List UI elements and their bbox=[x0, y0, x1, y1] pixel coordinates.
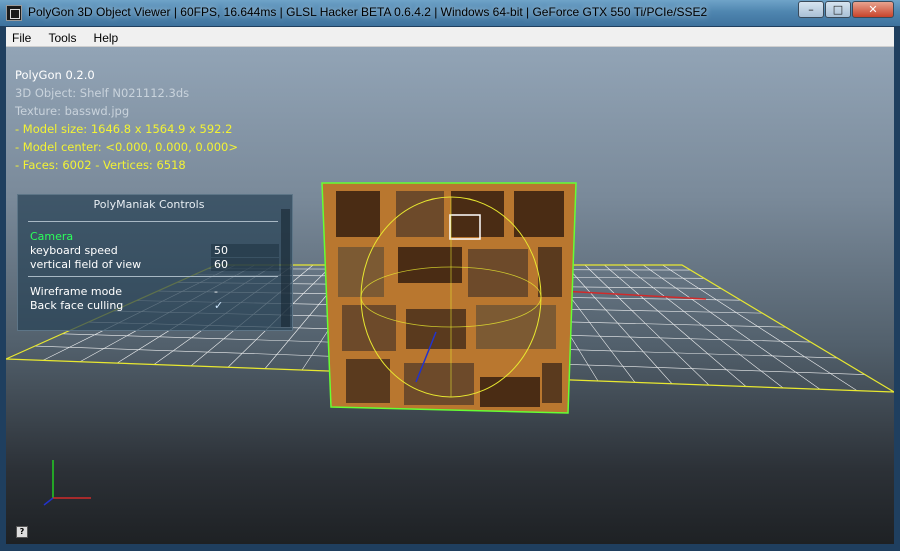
3d-viewport[interactable]: PolyGon 0.2.0 3D Object: Shelf N021112.3… bbox=[6, 47, 894, 544]
controls-divider-2 bbox=[28, 276, 278, 277]
keyboard-speed-label: keyboard speed bbox=[30, 244, 118, 257]
help-button[interactable]: ? bbox=[16, 526, 28, 538]
close-button[interactable]: ✕ bbox=[852, 1, 894, 18]
window-controls: – □ ✕ bbox=[797, 1, 894, 19]
app-name-label: PolyGon 0.2.0 bbox=[15, 68, 95, 82]
axis-gizmo bbox=[43, 460, 91, 506]
backface-label: Back face culling bbox=[30, 299, 124, 312]
model-size-label: - Model size: 1646.8 x 1564.9 x 592.2 bbox=[15, 122, 233, 136]
app-window: PolyGon 3D Object Viewer | 60FPS, 16.644… bbox=[0, 0, 900, 551]
object-label: 3D Object: Shelf N021112.3ds bbox=[15, 86, 190, 100]
wireframe-label: Wireframe mode bbox=[30, 285, 123, 298]
menu-help[interactable]: Help bbox=[88, 29, 125, 45]
controls-title: PolyManiak Controls bbox=[93, 198, 205, 211]
shelf-model bbox=[321, 182, 577, 414]
model-center-label: - Model center: <0.000, 0.000, 0.000> bbox=[15, 140, 238, 154]
texture-label: Texture: basswd.jpg bbox=[15, 104, 130, 118]
controls-divider bbox=[28, 221, 278, 222]
polymaniak-controls-panel: PolyManiak Controls Camera keyboard spee… bbox=[17, 194, 293, 331]
wireframe-toggle[interactable]: - bbox=[211, 285, 279, 298]
fov-label: vertical field of view bbox=[30, 258, 142, 271]
camera-section-label: Camera bbox=[30, 230, 74, 243]
faces-vertices-label: - Faces: 6002 - Vertices: 6518 bbox=[15, 158, 186, 172]
keyboard-speed-field[interactable]: 50 bbox=[211, 244, 279, 257]
title-bar[interactable]: PolyGon 3D Object Viewer | 60FPS, 16.644… bbox=[0, 0, 900, 26]
menu-file[interactable]: File bbox=[6, 29, 37, 45]
menu-tools[interactable]: Tools bbox=[42, 29, 82, 45]
controls-scrollbar[interactable] bbox=[281, 209, 290, 327]
fov-field[interactable]: 60 bbox=[211, 258, 279, 271]
window-title: PolyGon 3D Object Viewer | 60FPS, 16.644… bbox=[28, 5, 708, 19]
menu-bar: File Tools Help bbox=[6, 27, 894, 47]
maximize-button[interactable]: □ bbox=[825, 1, 851, 18]
backface-checkbox[interactable]: ✓ bbox=[211, 299, 279, 312]
minimize-button[interactable]: – bbox=[798, 1, 824, 18]
app-icon bbox=[6, 5, 22, 21]
